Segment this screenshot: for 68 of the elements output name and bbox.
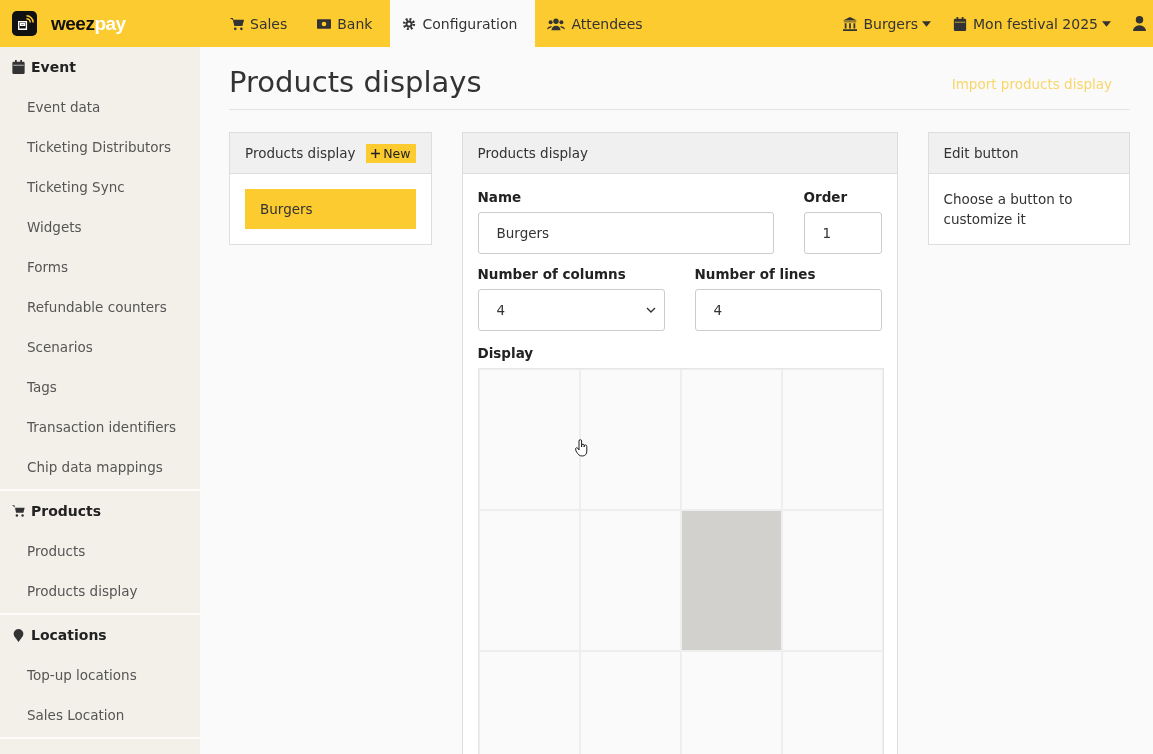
plus-icon (371, 148, 381, 158)
sidebar-item[interactable]: Widgets (0, 207, 200, 247)
card-title: Products display (477, 145, 589, 161)
cart-icon (12, 504, 25, 518)
field-label: Order (803, 189, 849, 205)
cart-icon (230, 16, 244, 31)
user-icon[interactable] (1133, 16, 1146, 31)
gear-icon (402, 16, 417, 31)
order-field[interactable]: 1 (803, 212, 882, 254)
money-icon (317, 16, 332, 31)
display-grid-cell[interactable] (781, 510, 883, 651)
display-grid-cell[interactable] (478, 651, 580, 754)
new-button[interactable]: New (366, 143, 416, 163)
card-title: Products display (245, 145, 356, 161)
display-grid-cell[interactable] (478, 369, 580, 510)
map-pin-icon (12, 628, 25, 642)
hand-cursor-icon (574, 439, 589, 457)
display-grid-cell[interactable] (579, 651, 681, 754)
hint-text: Choose a button to customize it (943, 190, 1074, 229)
field-label: Number of lines (694, 266, 817, 282)
lines-field[interactable]: 4 (694, 289, 882, 331)
sidebar-item[interactable]: Ticketing Distributors (0, 127, 200, 167)
display-list-item[interactable]: Burgers (245, 189, 416, 229)
sidebar-item[interactable]: Top-up locations (0, 655, 200, 695)
sidebar-section-title: Locations (31, 627, 107, 643)
name-field[interactable]: Burgers (477, 212, 774, 254)
caret-icon (922, 20, 931, 27)
brand-name: weezpay (51, 12, 126, 35)
page-title: Products displays (229, 64, 482, 99)
nav-tab[interactable]: Configuration (390, 0, 536, 47)
columns-select[interactable]: 4 (477, 289, 665, 331)
nav-tab[interactable]: Bank (305, 0, 391, 47)
display-grid-cell[interactable] (579, 369, 681, 510)
nav-tab[interactable]: Sales (218, 0, 306, 47)
sidebar-item[interactable]: Refundable counters (0, 287, 200, 327)
sidebar-item[interactable]: Products (0, 531, 200, 571)
sidebar-item[interactable]: Sales Location (0, 695, 200, 735)
sidebar-item[interactable]: Products display (0, 571, 200, 611)
sidebar-item[interactable]: Chip data mappings (0, 447, 200, 487)
sidebar-item[interactable]: Forms (0, 247, 200, 287)
field-label: Number of columns (477, 266, 627, 282)
logo-icon (12, 11, 37, 36)
context-dropdown[interactable]: Burgers (843, 15, 931, 32)
sidebar-item[interactable]: Event data (0, 87, 200, 127)
sidebar-item[interactable]: Transaction identifiers (0, 407, 200, 447)
display-grid-cell[interactable] (680, 510, 782, 651)
display-grid-cell[interactable] (680, 651, 782, 754)
calendar-icon (12, 60, 25, 74)
field-label: Display (477, 345, 535, 361)
sidebar-item[interactable]: Ticketing Sync (0, 167, 200, 207)
field-label: Name (477, 189, 523, 205)
display-grid-cell[interactable] (579, 510, 681, 651)
sidebar-item[interactable]: Tags (0, 367, 200, 407)
nav-tab[interactable]: Attendees (535, 0, 661, 47)
display-grid-cell[interactable] (781, 651, 883, 754)
sidebar-section-title: Event (31, 59, 76, 75)
sidebar-item[interactable]: Scenarios (0, 327, 200, 367)
display-grid-cell[interactable] (478, 510, 580, 651)
display-grid-cell[interactable] (680, 369, 782, 510)
chevron-icon (645, 307, 656, 313)
users-icon (547, 16, 566, 31)
card-title: Edit button (943, 145, 1019, 161)
calendar-icon (953, 16, 967, 31)
context-dropdown[interactable]: Mon festival 2025 (953, 15, 1111, 32)
sidebar-section-title: Products (31, 503, 102, 519)
caret-icon (1102, 20, 1111, 27)
display-grid-cell[interactable] (781, 369, 883, 510)
bank-icon (843, 16, 858, 31)
